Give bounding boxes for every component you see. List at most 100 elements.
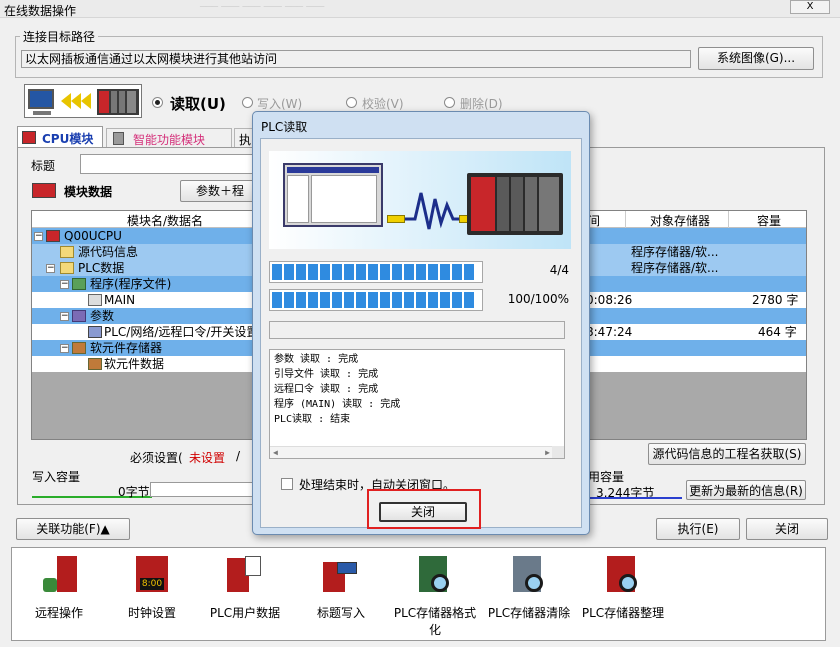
- progress-fill-percent: [272, 292, 480, 308]
- progress-segment: [380, 264, 390, 280]
- close-window-button[interactable]: X: [790, 0, 830, 14]
- tool-memory-format[interactable]: PLC存储器格式化: [390, 556, 480, 638]
- verify-radio[interactable]: [346, 97, 357, 108]
- folder-icon: [60, 262, 74, 274]
- dialog-body: 4/4 100/100% 参数 读取 : 完成 引导文件 读取 : 完成 远程口…: [260, 138, 582, 528]
- source-info-icon: [60, 246, 74, 258]
- status-bar: [269, 321, 565, 339]
- tool-memory-clear[interactable]: PLC存储器清除: [484, 556, 574, 621]
- progress-segment: [320, 264, 330, 280]
- progress-segment: [428, 264, 438, 280]
- progress-segment: [452, 264, 462, 280]
- dialog-title: PLC读取: [261, 118, 307, 135]
- row-name: MAIN: [104, 292, 135, 308]
- route-value: 以太网插板通信通过以太网模块进行其他站访问: [25, 52, 277, 66]
- progress-segment: [392, 264, 402, 280]
- parameter-file-icon: [88, 326, 102, 338]
- progress-segment: [464, 292, 474, 308]
- progress-segment: [296, 292, 306, 308]
- progress-segment: [308, 292, 318, 308]
- row-time: 0:08:26: [586, 292, 632, 308]
- tab-smart[interactable]: 智能功能模块: [106, 128, 232, 148]
- write-label[interactable]: 写入(W): [257, 95, 302, 112]
- required-setting-separator: /: [236, 449, 240, 463]
- plc-user-data-icon: [227, 556, 263, 596]
- row-name: 软元件存储器: [90, 340, 162, 356]
- header-storage[interactable]: 对象存储器: [650, 212, 710, 229]
- read-label[interactable]: 读取(U): [170, 93, 226, 114]
- system-image-button[interactable]: 系统图像(G)...: [698, 47, 814, 70]
- header-capacity[interactable]: 容量: [757, 212, 781, 229]
- progress-segment: [296, 264, 306, 280]
- remote-operation-icon: [41, 556, 77, 596]
- title-bar: 在线数据操作 ─── ─── ─── ─── ─── ─── X: [0, 0, 840, 18]
- progress-files-text: 4/4: [550, 263, 569, 277]
- log-line: PLC读取 : 结束: [274, 412, 560, 427]
- smart-module-icon: [113, 132, 124, 145]
- verify-label[interactable]: 校验(V): [362, 95, 404, 112]
- title-write-icon: [323, 556, 359, 596]
- related-function-button[interactable]: 关联功能(F)▲: [16, 518, 130, 540]
- clock-setting-icon: 8:00: [134, 556, 170, 596]
- module-data-icon: [32, 183, 56, 198]
- auto-close-checkbox[interactable]: [281, 478, 293, 490]
- write-radio[interactable]: [242, 97, 253, 108]
- parameter-folder-icon: [72, 310, 86, 322]
- program-file-icon: [88, 294, 102, 306]
- tool-label: 时钟设置: [128, 606, 176, 620]
- progress-segment: [440, 264, 450, 280]
- log-line: 参数 读取 : 完成: [274, 352, 560, 367]
- close-main-button[interactable]: 关闭: [746, 518, 828, 540]
- title-input[interactable]: [80, 154, 260, 174]
- progress-segment: [344, 264, 354, 280]
- tool-label: 标题写入: [317, 606, 365, 620]
- delete-label[interactable]: 删除(D): [460, 95, 503, 112]
- tool-label: 远程操作: [35, 606, 83, 620]
- progress-segment: [308, 264, 318, 280]
- tool-remote-operation[interactable]: 远程操作: [14, 556, 104, 621]
- signal-wave-icon: [405, 185, 461, 235]
- header-name[interactable]: 模块名/数据名: [127, 212, 203, 229]
- tool-plc-user-data[interactable]: PLC用户数据: [200, 556, 290, 621]
- row-name: 源代码信息: [78, 244, 138, 260]
- tab-exec-label: 执: [239, 131, 251, 148]
- window-title: 在线数据操作: [4, 2, 76, 19]
- row-name: 程序(程序文件): [90, 276, 171, 292]
- dialog-close-button[interactable]: 关闭: [379, 502, 467, 522]
- route-field: 以太网插板通信通过以太网模块进行其他站访问: [21, 50, 691, 68]
- required-setting-value: 未设置: [189, 449, 225, 466]
- read-radio[interactable]: [152, 97, 163, 108]
- tool-label: PLC存储器清除: [488, 606, 570, 620]
- log-line: 远程口令 读取 : 完成: [274, 382, 560, 397]
- delete-radio[interactable]: [444, 97, 455, 108]
- log-scrollbar[interactable]: ◀▶: [270, 446, 564, 458]
- execute-button[interactable]: 执行(E): [656, 518, 740, 540]
- update-info-button[interactable]: 更新为最新的信息(R): [686, 480, 806, 500]
- progress-segment: [284, 264, 294, 280]
- source-info-button[interactable]: 源代码信息的工程名获取(S): [648, 443, 806, 465]
- progress-segment: [356, 292, 366, 308]
- tool-memory-arrange[interactable]: PLC存储器整理: [578, 556, 668, 621]
- log-line: 程序 (MAIN) 读取 : 完成: [274, 397, 560, 412]
- cable-connector-icon: [387, 215, 405, 223]
- tool-clock-setting[interactable]: 8:00 时钟设置: [107, 556, 197, 621]
- progress-percent-text: 100/100%: [508, 292, 569, 306]
- progress-segment: [380, 292, 390, 308]
- param-program-button[interactable]: 参数＋程: [180, 180, 260, 202]
- row-storage: 程序存储器/软...: [631, 244, 719, 260]
- tab-cpu[interactable]: CPU模块: [17, 126, 103, 148]
- progress-segment: [344, 292, 354, 308]
- operation-banner-icon: [24, 84, 142, 118]
- row-name: 软元件数据: [104, 356, 164, 372]
- log-box[interactable]: 参数 读取 : 完成 引导文件 读取 : 完成 远程口令 读取 : 完成 程序 …: [269, 349, 565, 459]
- required-setting-label: 必须设置(: [130, 449, 183, 466]
- tool-title-write[interactable]: 标题写入: [296, 556, 386, 621]
- cpu-icon: [46, 230, 60, 242]
- close-icon: X: [807, 1, 814, 12]
- progress-bar-percent: [269, 289, 483, 311]
- write-capacity-bytes: 0字节: [118, 483, 150, 500]
- plc-read-dialog: PLC读取 4/4: [252, 111, 590, 535]
- tab-cpu-label: CPU模块: [42, 130, 93, 147]
- program-folder-icon: [72, 278, 86, 290]
- tab-smart-label: 智能功能模块: [133, 131, 205, 148]
